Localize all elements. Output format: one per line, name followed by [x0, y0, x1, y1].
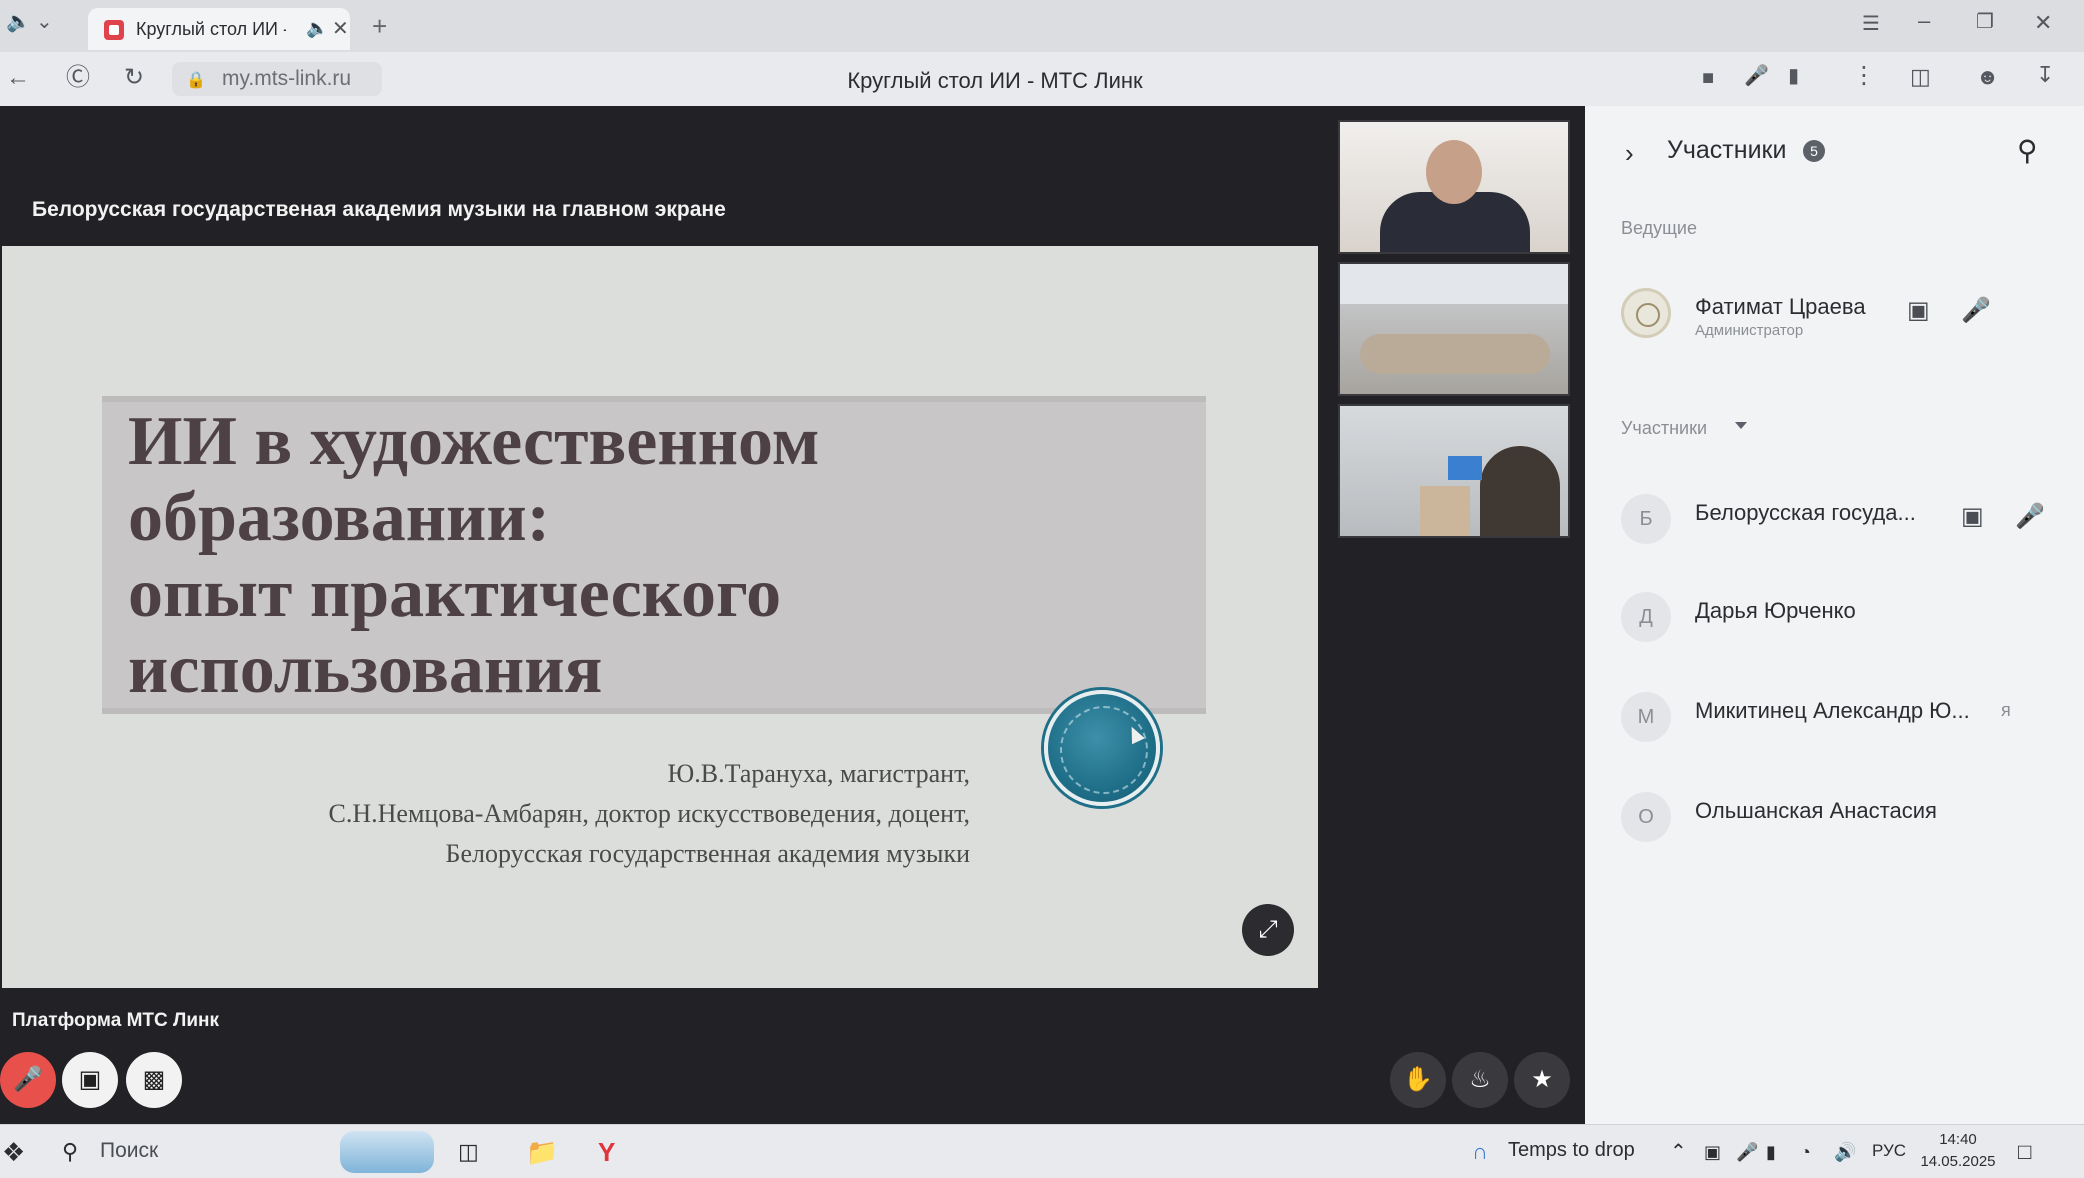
taskbar-search-input[interactable]: Поиск: [100, 1139, 158, 1163]
podium: [1420, 486, 1470, 536]
participant-name: Ольшанская Анастасия: [1695, 798, 1937, 823]
conference-stage: Белорусская государственая академия музы…: [0, 106, 1585, 1124]
participants-panel: › Участники 5 ⚲ Ведущие Фатимат Цраева А…: [1585, 106, 2084, 1124]
video-tile-podium[interactable]: [1338, 404, 1570, 538]
new-tab-button[interactable]: +: [372, 11, 387, 42]
file-explorer-icon[interactable]: 📁: [526, 1137, 558, 1167]
members-section-label[interactable]: Участники: [1621, 418, 1707, 439]
language-indicator[interactable]: РУС: [1872, 1141, 1906, 1161]
academy-logo: [1044, 690, 1160, 806]
thermometer-icon[interactable]: ∩: [1472, 1137, 1488, 1167]
speaker-icon[interactable]: 🔈: [6, 12, 31, 32]
mts-link-favicon-icon: [104, 20, 124, 40]
participant-avatar: М: [1621, 692, 1671, 742]
star-reaction-button[interactable]: ★: [1514, 1052, 1570, 1108]
fire-icon: ♨: [1469, 1066, 1491, 1093]
weather-widget[interactable]: Temps to drop: [1508, 1139, 1635, 1162]
participant-row[interactable]: Б Белорусская госуда... ▣ 🎤: [1621, 488, 2051, 548]
windows-taskbar: ❖ ⚲ Поиск ◫ 📁 Y ∩ Temps to drop ⌃ ▣ 🎤 ▮ …: [0, 1124, 2084, 1178]
battery-icon[interactable]: ▮: [1766, 1137, 1776, 1167]
participant-row[interactable]: Д Дарья Юрченко: [1621, 586, 2051, 646]
clock-date: 14.05.2025: [1920, 1153, 1996, 1170]
slide-title: ИИ в художественном образовании: опыт пр…: [128, 403, 820, 708]
participant-avatar: Д: [1621, 592, 1671, 642]
participants-count-badge: 5: [1803, 140, 1825, 162]
browser-tab[interactable]: Круглый стол ИИ - МТС Линк 🔈 ✕: [88, 8, 350, 50]
search-icon[interactable]: ⚲: [62, 1137, 78, 1167]
video-tile-speaker[interactable]: [1338, 120, 1570, 254]
fullscreen-button[interactable]: ⤢: [1242, 904, 1294, 956]
slide-author-line: Ю.В.Тарануха, магистрант,: [667, 759, 970, 788]
platform-label: Платформа МТС Линк: [12, 1010, 220, 1031]
slide-author-line: Белорусская государственная академия муз…: [445, 839, 970, 868]
laptop-screen: [1448, 456, 1482, 480]
downloads-icon[interactable]: ↧: [2036, 64, 2054, 86]
presentation-slide: ИИ в художественном образовании: опыт пр…: [2, 246, 1318, 988]
participant-name: Белорусская госуда...: [1695, 500, 1916, 525]
host-role: Администратор: [1695, 322, 1804, 339]
search-icon[interactable]: ⚲: [2017, 134, 2038, 167]
raise-hand-icon: ✋: [1403, 1066, 1433, 1093]
tab-list-icon[interactable]: ☰: [1862, 14, 1880, 34]
search-highlight-image: [340, 1131, 434, 1173]
minimize-icon[interactable]: –: [1918, 10, 1930, 32]
chevron-down-icon[interactable]: ⌄: [36, 12, 53, 32]
clock-time: 14:40: [1939, 1131, 1977, 1148]
wifi-icon[interactable]: ◔: [1800, 1137, 1811, 1167]
hosts-section-label: Ведущие: [1621, 218, 1697, 238]
main-screen-banner: Белорусская государственая академия музы…: [32, 198, 726, 221]
speaker-head: [1426, 140, 1482, 204]
mic-tray-icon[interactable]: 🎤: [1736, 1137, 1758, 1167]
screen: 🔈 ⌄ Круглый стол ИИ - МТС Линк 🔈 ✕ + ☰ –…: [0, 0, 2084, 1178]
participant-avatar: О: [1621, 792, 1671, 842]
video-tile-conference-room[interactable]: [1338, 262, 1570, 396]
browser-tab-bar: 🔈 ⌄ Круглый стол ИИ - МТС Линк 🔈 ✕ + ☰ –…: [0, 0, 2084, 52]
windows-start-icon[interactable]: ❖: [2, 1137, 25, 1167]
mic-off-icon: 🎤: [13, 1066, 43, 1093]
camera-icon: ▣: [78, 1066, 102, 1093]
microphone-icon[interactable]: 🎤: [2015, 502, 2045, 531]
participant-name: Дарья Юрченко: [1695, 598, 1856, 623]
tab-close-icon[interactable]: ✕: [332, 16, 349, 41]
task-view-icon[interactable]: ◫: [458, 1137, 479, 1167]
raise-hand-button[interactable]: ✋: [1390, 1052, 1446, 1108]
mic-off-button[interactable]: 🎤: [0, 1052, 56, 1108]
participant-tag: я: [2001, 700, 2011, 720]
screen-share-icon: ▩: [142, 1066, 166, 1093]
room-wall-panel: [1340, 264, 1568, 304]
fire-reaction-button[interactable]: ♨: [1452, 1052, 1508, 1108]
yandex-browser-icon[interactable]: Y: [598, 1137, 615, 1167]
slide-authors: Ю.В.Тарануха, магистрант, С.Н.Немцова-Ам…: [70, 754, 970, 874]
participant-avatar: Б: [1621, 494, 1671, 544]
monitor-tray-icon[interactable]: ▣: [1704, 1137, 1721, 1167]
participant-row[interactable]: О Ольшанская Анастасия: [1621, 786, 2051, 846]
camera-icon[interactable]: ▣: [1907, 296, 1930, 325]
taskbar-clock[interactable]: 14:40 14.05.2025: [1918, 1129, 1998, 1173]
host-row[interactable]: Фатимат Цраева Администратор ▣ 🎤: [1621, 282, 2051, 342]
restore-icon[interactable]: ❐: [1976, 12, 1994, 32]
camera-button[interactable]: ▣: [62, 1052, 118, 1108]
screen-share-button[interactable]: ▩: [126, 1052, 182, 1108]
camera-icon[interactable]: ▣: [1961, 502, 1984, 531]
host-name: Фатимат Цраева: [1695, 294, 1866, 319]
volume-icon[interactable]: 🔊: [1834, 1137, 1856, 1167]
tab-title: Круглый стол ИИ - МТС Линк: [136, 19, 286, 39]
collapse-panel-chevron-icon[interactable]: ›: [1625, 138, 1634, 169]
notifications-icon[interactable]: □: [2018, 1137, 2031, 1167]
slide-author-line: С.Н.Немцова-Амбарян, доктор искусствовед…: [328, 799, 970, 828]
tab-audio-icon[interactable]: 🔈: [306, 18, 328, 39]
microphone-icon[interactable]: 🎤: [1961, 296, 1991, 325]
host-avatar: [1621, 288, 1671, 338]
participant-name: Микитинец Александр Ю...: [1695, 698, 1970, 723]
star-icon: ★: [1531, 1066, 1553, 1093]
close-window-icon[interactable]: ✕: [2034, 12, 2052, 34]
room-table: [1360, 334, 1550, 374]
participants-panel-title: Участники: [1667, 136, 1787, 164]
participant-row[interactable]: М Микитинец Александр Ю... я: [1621, 686, 2051, 746]
tray-chevron-icon[interactable]: ⌃: [1670, 1137, 1687, 1167]
presenter-figure: [1480, 446, 1560, 536]
caret-down-icon[interactable]: [1735, 422, 1747, 429]
page-title: Круглый стол ИИ - МТС Линк: [847, 68, 1143, 93]
